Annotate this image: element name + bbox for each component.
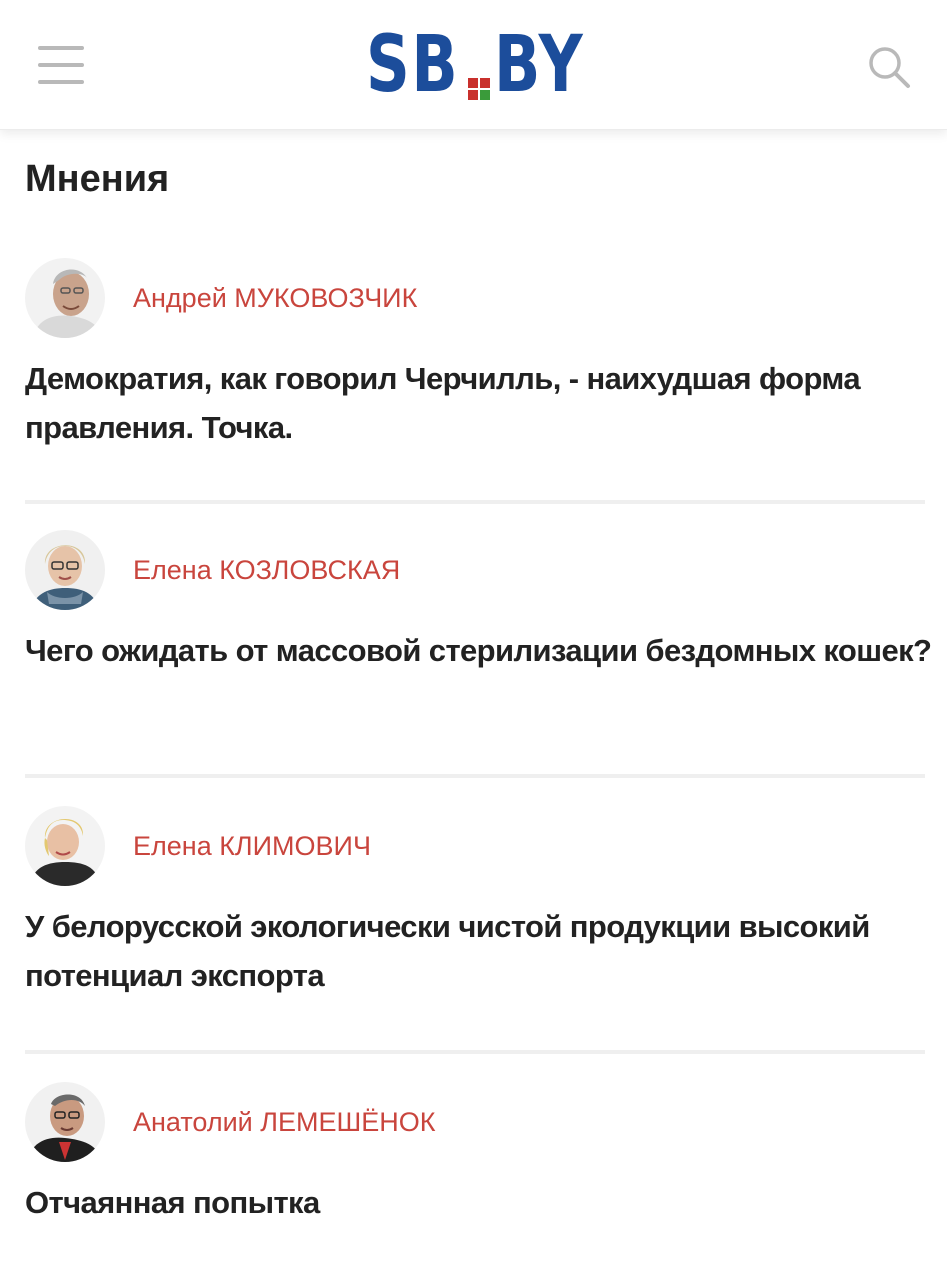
logo-flag-square: [479, 90, 490, 100]
menu-line: [38, 80, 84, 84]
logo-flag-square: [467, 90, 478, 100]
logo-flag-mark: [467, 78, 490, 100]
author-row: Анатолий ЛЕМЕШЁНОК: [25, 1082, 925, 1162]
author-name-link[interactable]: Анатолий ЛЕМЕШЁНОК: [133, 1107, 435, 1138]
article-headline-link[interactable]: Отчаянная попытка: [25, 1178, 935, 1227]
article-headline-link[interactable]: Чего ожидать от массовой стерилизации бе…: [25, 626, 935, 675]
article-headline-link[interactable]: У белорусской экологически чистой продук…: [25, 902, 935, 1000]
divider: [25, 774, 925, 778]
author-name-link[interactable]: Елена КОЗЛОВСКАЯ: [133, 555, 400, 586]
menu-line: [38, 63, 84, 67]
logo-text-sb: SB: [366, 20, 460, 110]
logo-flag-square: [467, 78, 478, 88]
site-logo[interactable]: SB BY: [366, 26, 586, 104]
divider: [25, 500, 925, 504]
author-row: Елена КОЗЛОВСКАЯ: [25, 530, 925, 610]
menu-line: [38, 46, 84, 50]
author-row: Елена КЛИМОВИЧ: [25, 806, 925, 886]
section-title: Мнения: [25, 158, 170, 200]
author-avatar[interactable]: [25, 806, 105, 886]
top-bar: SB BY: [0, 0, 947, 130]
article-headline-link[interactable]: Демократия, как говорил Черчилль, - наих…: [25, 354, 935, 452]
author-name-link[interactable]: Елена КЛИМОВИЧ: [133, 831, 371, 862]
logo-flag-square: [479, 78, 490, 88]
divider: [25, 1050, 925, 1054]
author-avatar[interactable]: [25, 258, 105, 338]
hamburger-menu-icon[interactable]: [38, 46, 86, 86]
author-avatar[interactable]: [25, 1082, 105, 1162]
author-name-link[interactable]: Андрей МУКОВОЗЧИК: [133, 283, 417, 314]
author-row: Андрей МУКОВОЗЧИК: [25, 258, 925, 338]
author-avatar[interactable]: [25, 530, 105, 610]
search-icon[interactable]: [866, 44, 912, 90]
logo-text-by: BY: [493, 20, 584, 110]
